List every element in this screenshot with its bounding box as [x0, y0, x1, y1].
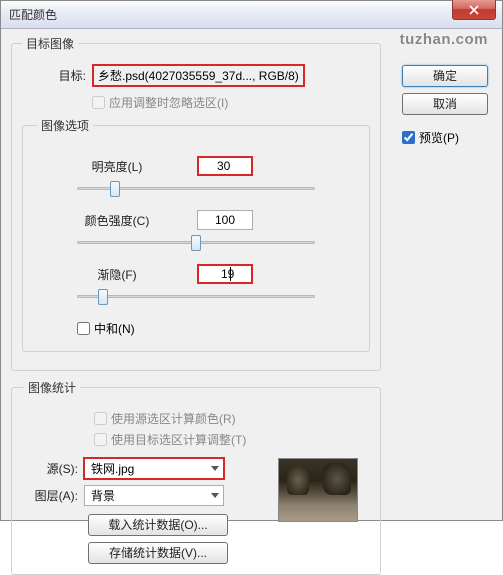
- luminance-label: 明亮度(L): [37, 158, 197, 175]
- preview-label: 预览(P): [419, 129, 459, 146]
- neutralize-input[interactable]: [77, 322, 90, 335]
- luminance-value[interactable]: 30: [197, 156, 253, 176]
- image-options-legend: 图像选项: [37, 117, 93, 134]
- layer-combo[interactable]: 背景: [84, 485, 224, 506]
- intensity-value[interactable]: 100: [197, 210, 253, 230]
- luminance-slider[interactable]: [77, 180, 315, 198]
- use-target-selection-label: 使用目标选区计算调整(T): [111, 431, 246, 448]
- use-target-selection-input: [94, 433, 107, 446]
- cancel-button[interactable]: 取消: [402, 93, 488, 115]
- close-button[interactable]: [452, 0, 496, 20]
- layer-value: 背景: [91, 487, 115, 504]
- fade-slider[interactable]: [77, 288, 315, 306]
- target-image-group: 目标图像 目标: 乡愁.psd(4027035559_37d..., RGB/8…: [11, 35, 381, 371]
- neutralize-checkbox[interactable]: 中和(N): [77, 320, 355, 337]
- window-title: 匹配颜色: [5, 6, 57, 23]
- use-source-selection-label: 使用源选区计算颜色(R): [111, 410, 236, 427]
- target-value: 乡愁.psd(4027035559_37d..., RGB/8): [92, 64, 305, 87]
- intensity-slider[interactable]: [77, 234, 315, 252]
- watermark: tuzhan.com: [400, 31, 488, 48]
- dialog-window: 匹配颜色 tuzhan.com 确定 取消 预览(P) 目标图像 目标: 乡愁.…: [0, 0, 503, 521]
- image-stats-legend: 图像统计: [24, 379, 80, 396]
- neutralize-label: 中和(N): [94, 320, 135, 337]
- preview-checkbox-input[interactable]: [402, 131, 415, 144]
- ok-button[interactable]: 确定: [402, 65, 488, 87]
- preview-checkbox[interactable]: 预览(P): [402, 129, 488, 146]
- titlebar: 匹配颜色: [1, 1, 502, 29]
- intensity-thumb[interactable]: [191, 235, 201, 251]
- dialog-body: tuzhan.com 确定 取消 预览(P) 目标图像 目标: 乡愁.psd(4…: [1, 29, 502, 520]
- image-stats-group: 图像统计 使用源选区计算颜色(R) 使用目标选区计算调整(T) 源(S): 铁网…: [11, 379, 381, 575]
- target-label: 目标:: [22, 67, 92, 84]
- target-image-legend: 目标图像: [22, 35, 78, 52]
- source-combo[interactable]: 铁网.jpg: [84, 458, 224, 479]
- source-value: 铁网.jpg: [91, 460, 134, 477]
- source-label: 源(S):: [24, 460, 84, 477]
- use-target-selection-checkbox: 使用目标选区计算调整(T): [94, 431, 368, 448]
- layer-label: 图层(A):: [24, 487, 84, 504]
- fade-thumb[interactable]: [98, 289, 108, 305]
- right-button-column: 确定 取消 预览(P): [402, 65, 488, 146]
- ignore-selection-input: [92, 96, 105, 109]
- text-caret: [230, 267, 231, 281]
- source-preview-thumbnail: [278, 458, 358, 522]
- save-stats-button[interactable]: 存储统计数据(V)...: [88, 542, 228, 564]
- fade-value[interactable]: 19: [197, 264, 253, 284]
- load-stats-button[interactable]: 载入统计数据(O)...: [88, 514, 228, 536]
- fade-label: 渐隐(F): [37, 266, 197, 283]
- use-source-selection-checkbox: 使用源选区计算颜色(R): [94, 410, 368, 427]
- ignore-selection-label: 应用调整时忽略选区(I): [109, 94, 228, 111]
- ignore-selection-checkbox: 应用调整时忽略选区(I): [92, 94, 228, 111]
- use-source-selection-input: [94, 412, 107, 425]
- image-options-group: 图像选项 明亮度(L) 30 颜色强度(C) 100: [22, 117, 370, 352]
- intensity-label: 颜色强度(C): [37, 212, 197, 229]
- luminance-thumb[interactable]: [110, 181, 120, 197]
